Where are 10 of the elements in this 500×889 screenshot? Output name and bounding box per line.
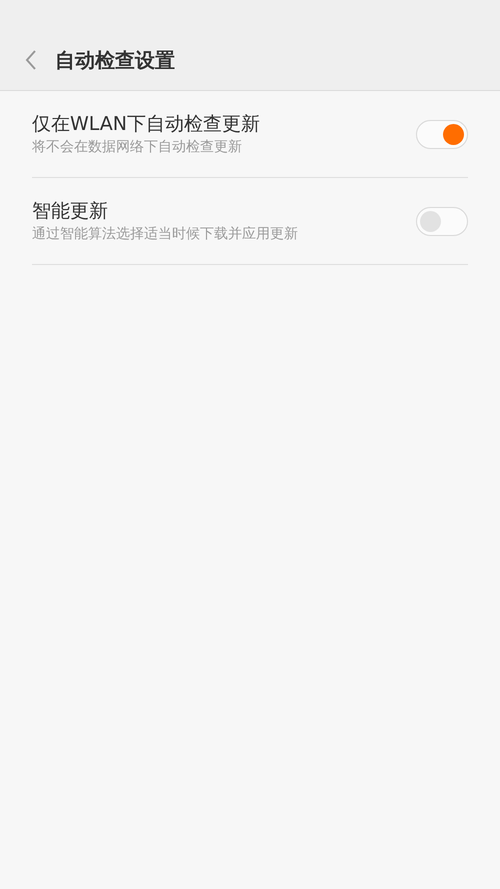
toggle-switch[interactable]: [416, 120, 468, 148]
setting-description: 将不会在数据网络下自动检查更新: [32, 138, 243, 157]
toggle-knob: [420, 210, 441, 232]
setting-title: 仅在WLAN下自动检查更新: [32, 112, 260, 137]
page-title: 自动检查设置: [55, 47, 175, 74]
setting-title: 智能更新: [32, 199, 109, 224]
back-icon: [25, 49, 37, 71]
toggle-switch[interactable]: [416, 206, 468, 236]
setting-description: 通过智能算法选择适当时候下载并应用更新: [32, 225, 298, 244]
toggle-knob: [443, 124, 464, 144]
